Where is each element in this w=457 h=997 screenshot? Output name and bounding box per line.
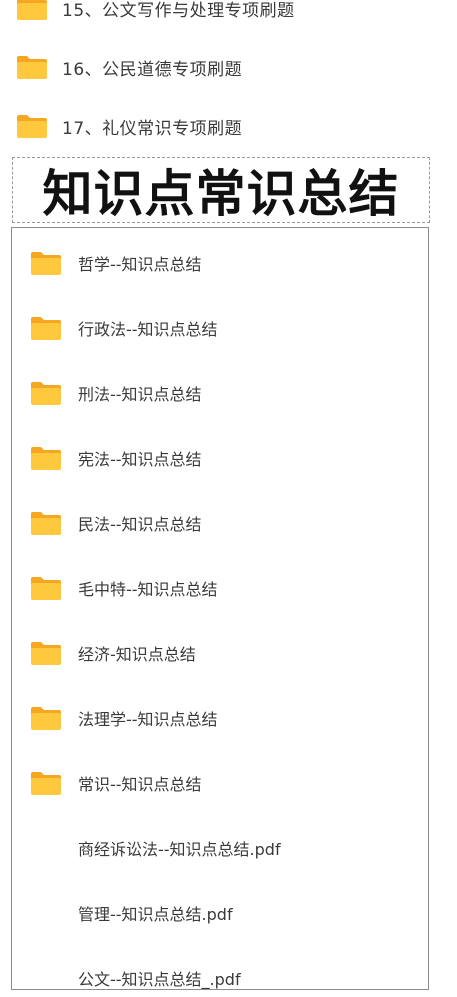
folder-item[interactable]: 哲学--知识点总结 — [30, 243, 202, 283]
folder-label: 15、公文写作与处理专项刷题 — [62, 0, 295, 21]
folder-icon — [30, 510, 62, 536]
folder-label: 行政法--知识点总结 — [78, 320, 218, 339]
folder-item[interactable]: 刑法--知识点总结 — [30, 373, 202, 413]
folder-icon — [30, 575, 62, 601]
folder-icon — [30, 770, 62, 796]
folder-label: 民法--知识点总结 — [78, 515, 202, 534]
folder-label: 17、礼仪常识专项刷题 — [62, 118, 243, 139]
folder-icon — [30, 705, 62, 731]
folder-item[interactable]: 16、公民道德专项刷题 — [16, 50, 242, 84]
folder-icon — [16, 113, 48, 139]
file-list-panel: 哲学--知识点总结 行政法--知识点总结 刑法--知识点总结 宪法--知识点总结… — [11, 227, 429, 990]
folder-item[interactable]: 宪法--知识点总结 — [30, 438, 202, 478]
section-heading-box: 知识点常识总结 — [12, 157, 430, 223]
folder-item[interactable]: 毛中特--知识点总结 — [30, 568, 218, 608]
folder-item[interactable]: 法理学--知识点总结 — [30, 698, 218, 738]
folder-label: 16、公民道德专项刷题 — [62, 59, 243, 80]
file-label: 管理--知识点总结.pdf — [78, 905, 233, 924]
folder-label: 宪法--知识点总结 — [78, 450, 202, 469]
file-label: 商经诉讼法--知识点总结.pdf — [78, 840, 281, 859]
folder-icon — [30, 250, 62, 276]
folder-label: 常识--知识点总结 — [78, 775, 202, 794]
file-item[interactable]: 公文--知识点总结_.pdf — [30, 958, 241, 989]
folder-label: 经济-知识点总结 — [78, 645, 196, 664]
folder-icon — [30, 315, 62, 341]
folder-icon — [16, 0, 48, 21]
folder-icon — [16, 54, 48, 80]
folder-item[interactable]: 经济-知识点总结 — [30, 633, 196, 673]
folder-item[interactable]: 民法--知识点总结 — [30, 503, 202, 543]
folder-icon — [30, 380, 62, 406]
folder-icon — [30, 640, 62, 666]
section-heading: 知识点常识总结 — [42, 164, 400, 223]
folder-item[interactable]: 15、公文写作与处理专项刷题 — [16, 0, 295, 25]
folder-label: 法理学--知识点总结 — [78, 710, 218, 729]
folder-icon — [30, 445, 62, 471]
folder-label: 刑法--知识点总结 — [78, 385, 202, 404]
folder-item[interactable]: 常识--知识点总结 — [30, 763, 202, 803]
folder-item[interactable]: 17、礼仪常识专项刷题 — [16, 109, 242, 143]
file-item[interactable]: 商经诉讼法--知识点总结.pdf — [30, 828, 281, 868]
folder-label: 哲学--知识点总结 — [78, 255, 202, 274]
file-label: 公文--知识点总结_.pdf — [78, 970, 241, 989]
folder-label: 毛中特--知识点总结 — [78, 580, 218, 599]
file-item[interactable]: 管理--知识点总结.pdf — [30, 893, 233, 933]
folder-item[interactable]: 行政法--知识点总结 — [30, 308, 218, 348]
